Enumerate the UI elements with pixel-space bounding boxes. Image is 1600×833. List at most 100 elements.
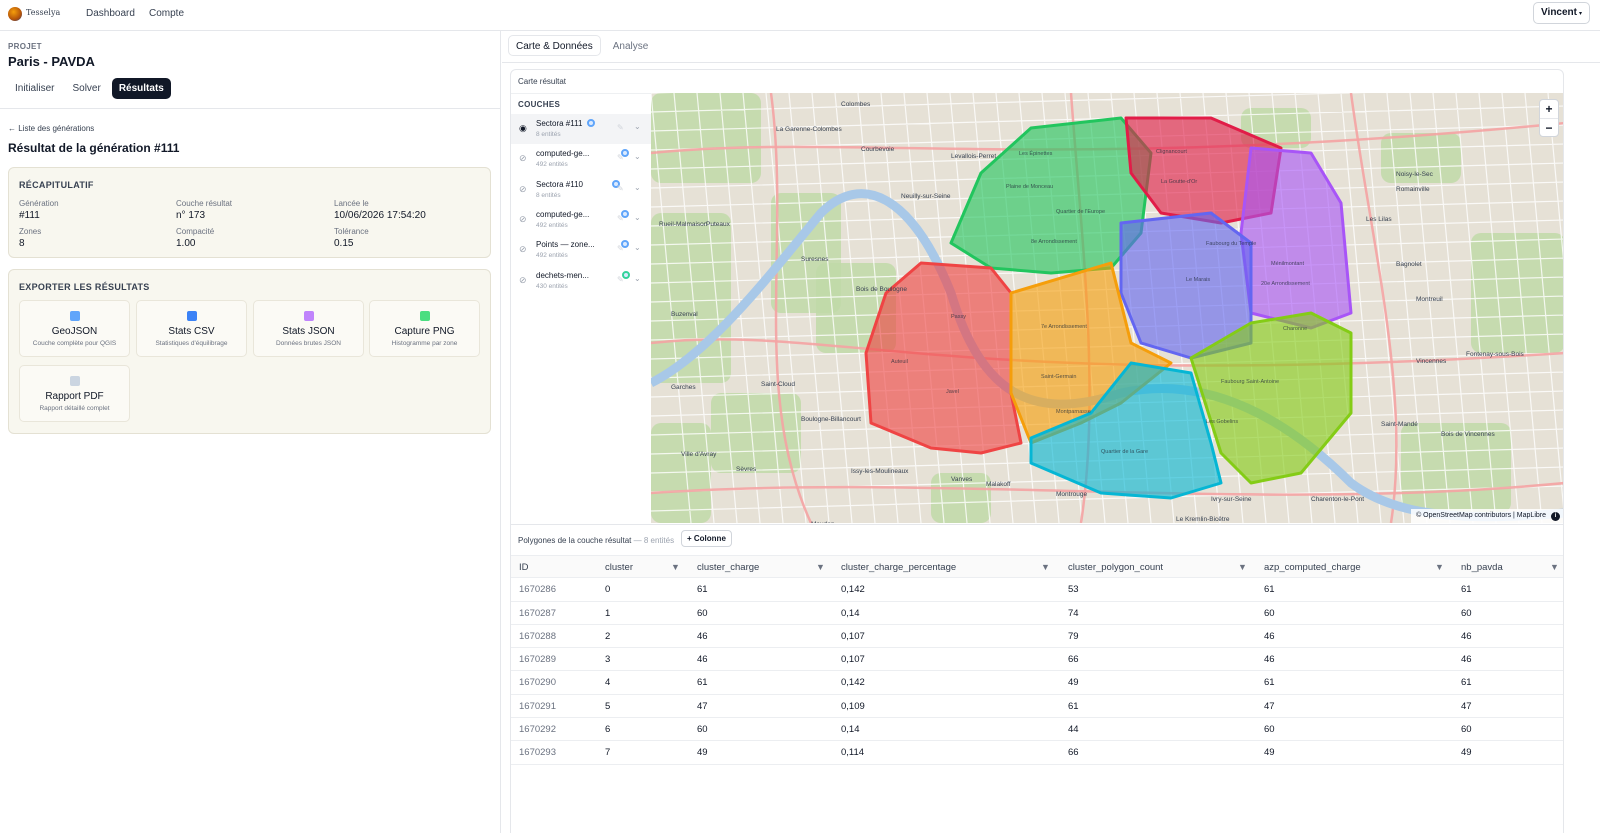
table-cell: 0,109 xyxy=(841,700,865,712)
column-header[interactable]: cluster_polygon_count xyxy=(1068,556,1163,579)
zone-label: Clignancourt xyxy=(1156,149,1187,155)
layer-item[interactable]: ◉ Sectora #111 8 entités ✎ ⌄ xyxy=(511,114,651,144)
row-id: 1670292 xyxy=(519,724,556,736)
step-initialiser[interactable]: Initialiser xyxy=(8,78,61,99)
map-canvas[interactable]: Colombes La Garenne-Colombes Courbevoie Lev… xyxy=(651,93,1564,523)
layer-item[interactable]: ⊘ computed-ge... 492 entités ✎ ⌄ xyxy=(511,144,651,174)
row-id: 1670287 xyxy=(519,607,556,619)
eye-off-icon[interactable]: ⊘ xyxy=(519,275,527,286)
filter-icon[interactable]: ▼ xyxy=(1435,556,1444,579)
export-stats-csv-button[interactable]: Stats CSV Statistiques d'équilibrage xyxy=(136,300,247,357)
table-cell: 46 xyxy=(1461,654,1472,666)
pencil-icon[interactable]: ✎ xyxy=(617,184,624,193)
user-menu-button[interactable]: Vincent ▾ xyxy=(1533,2,1590,24)
place-label: Le Kremlin-Bicêtre xyxy=(1176,516,1230,523)
nav-link-compte[interactable]: Compte xyxy=(149,8,184,19)
column-header[interactable]: ID xyxy=(519,556,529,579)
table-row[interactable]: 1670287 1 60 0,14 74 60 60 xyxy=(511,602,1563,625)
column-header[interactable]: nb_pavda xyxy=(1461,556,1503,579)
eye-off-icon[interactable]: ⊘ xyxy=(519,184,527,195)
table-cell: 0,114 xyxy=(841,747,865,759)
column-header[interactable]: cluster xyxy=(605,556,633,579)
tab-analyse[interactable]: Analyse xyxy=(605,35,657,56)
column-header[interactable]: cluster_charge_percentage xyxy=(841,556,956,579)
attribution-text[interactable]: © OpenStreetMap contributors | MapLibre xyxy=(1416,512,1546,519)
zone-label: Quartier de l'Europe xyxy=(1056,209,1105,215)
add-column-button[interactable]: + Colonne xyxy=(681,530,732,547)
zoom-controls: + − xyxy=(1539,99,1559,137)
step-resultats[interactable]: Résultats xyxy=(111,78,171,99)
map-view[interactable]: Colombes La Garenne-Colombes Courbevoie Lev… xyxy=(651,93,1564,523)
table-cell: 49 xyxy=(697,747,708,759)
info-icon[interactable]: i xyxy=(1551,512,1560,521)
layer-item[interactable]: ⊘ computed-ge... 492 entités ✎ ⌄ xyxy=(511,205,651,235)
table-cell: 61 xyxy=(1264,584,1275,596)
filter-icon[interactable]: ▼ xyxy=(1041,556,1050,579)
export-geojson-button[interactable]: GeoJSON Couche complète pour QGIS xyxy=(19,300,130,357)
chevron-down-icon[interactable]: ⌄ xyxy=(634,183,641,192)
table-cell: 60 xyxy=(697,607,708,619)
pencil-icon[interactable]: ✎ xyxy=(617,275,624,284)
table-row[interactable]: 1670291 5 47 0,109 61 47 47 xyxy=(511,695,1563,719)
table-row[interactable]: 1670288 2 46 0,107 79 46 46 xyxy=(511,625,1563,649)
table-row[interactable]: 1670290 4 61 0,142 49 61 61 xyxy=(511,671,1563,695)
eye-off-icon[interactable]: ⊘ xyxy=(519,214,527,225)
place-label: Saint-Mandé xyxy=(1381,421,1418,428)
filter-icon[interactable]: ▼ xyxy=(671,556,680,579)
export-name: GeoJSON xyxy=(51,326,98,337)
pencil-icon[interactable]: ✎ xyxy=(617,153,624,162)
field-label: Zones xyxy=(19,227,42,236)
eye-off-icon[interactable]: ⊘ xyxy=(519,153,527,164)
table-cell: 47 xyxy=(1461,700,1472,712)
layer-count: 492 entités xyxy=(536,252,568,260)
zone-label: Charonne xyxy=(1283,326,1307,332)
table-row[interactable]: 1670292 6 60 0,14 44 60 60 xyxy=(511,718,1563,742)
export-stats-json-button[interactable]: Stats JSON Données brutes JSON xyxy=(253,300,364,357)
layer-item[interactable]: ⊘ Points — zone... 492 entités ✎ ⌄ xyxy=(511,235,651,265)
results-table: ID cluster ▼ cluster_charge ▼ cluster_charge_… xyxy=(511,555,1563,765)
filter-icon[interactable]: ▼ xyxy=(1238,556,1247,579)
summary-field-tolerance: Tolérance 0.15 xyxy=(334,227,369,249)
chevron-down-icon[interactable]: ⌄ xyxy=(634,274,641,283)
chevron-down-icon[interactable]: ⌄ xyxy=(634,243,641,252)
column-header[interactable]: azp_computed_charge xyxy=(1264,556,1361,579)
layer-name: computed-ge... xyxy=(536,149,590,159)
brand-name[interactable]: Tesselya xyxy=(26,8,60,17)
tab-carte-donnees[interactable]: Carte & Données xyxy=(508,35,601,56)
zoom-in-button[interactable]: + xyxy=(1540,100,1558,119)
filter-icon[interactable]: ▼ xyxy=(1550,556,1559,579)
export-desc: Histogramme par zone xyxy=(391,340,458,347)
zone-label: Ménilmontant xyxy=(1271,261,1304,267)
logo-icon[interactable] xyxy=(8,7,22,21)
back-to-generations-link[interactable]: ← Liste des générations xyxy=(8,124,94,133)
chevron-down-icon[interactable]: ⌄ xyxy=(634,122,641,131)
zone-label: Montparnasse xyxy=(1056,409,1091,415)
layer-count: 430 entités xyxy=(536,282,568,290)
pencil-icon[interactable]: ✎ xyxy=(617,123,624,132)
zone-label: 20e Arrondissement xyxy=(1261,281,1310,287)
pencil-icon[interactable]: ✎ xyxy=(617,244,624,253)
zone-label: Plaine de Monceau xyxy=(1006,184,1053,190)
nav-link-dashboard[interactable]: Dashboard xyxy=(86,8,135,19)
table-row[interactable]: 1670293 7 49 0,114 66 49 49 xyxy=(511,741,1563,765)
eye-off-icon[interactable]: ⊘ xyxy=(519,244,527,255)
table-row[interactable]: 1670286 0 61 0,142 53 61 61 xyxy=(511,578,1563,602)
pencil-icon[interactable]: ✎ xyxy=(617,214,624,223)
table-cell: 61 xyxy=(1068,700,1079,712)
place-label: Malakoff xyxy=(986,481,1011,488)
export-capture-png-button[interactable]: Capture PNG Histogramme par zone xyxy=(369,300,480,357)
chevron-down-icon[interactable]: ⌄ xyxy=(634,213,641,222)
summary-card: RÉCAPITULATIF Génération #111 Couche rés… xyxy=(8,167,491,258)
table-row[interactable]: 1670289 3 46 0,107 66 46 46 xyxy=(511,648,1563,672)
layer-item[interactable]: ⊘ dechets-men... 430 entités ✎ ⌄ xyxy=(511,266,651,296)
step-solver[interactable]: Solver xyxy=(65,78,107,99)
layer-item[interactable]: ⊘ Sectora #110 8 entités ✎ ⌄ xyxy=(511,175,651,205)
zoom-out-button[interactable]: − xyxy=(1540,119,1558,138)
chevron-down-icon[interactable]: ⌄ xyxy=(634,152,641,161)
zone-label: Faubourg Saint-Antoine xyxy=(1221,379,1279,385)
export-rapport-pdf-button[interactable]: Rapport PDF Rapport détaillé complet xyxy=(19,365,130,422)
eye-icon[interactable]: ◉ xyxy=(519,123,527,134)
filter-icon[interactable]: ▼ xyxy=(816,556,825,579)
row-id: 1670293 xyxy=(519,747,556,759)
column-header[interactable]: cluster_charge xyxy=(697,556,759,579)
